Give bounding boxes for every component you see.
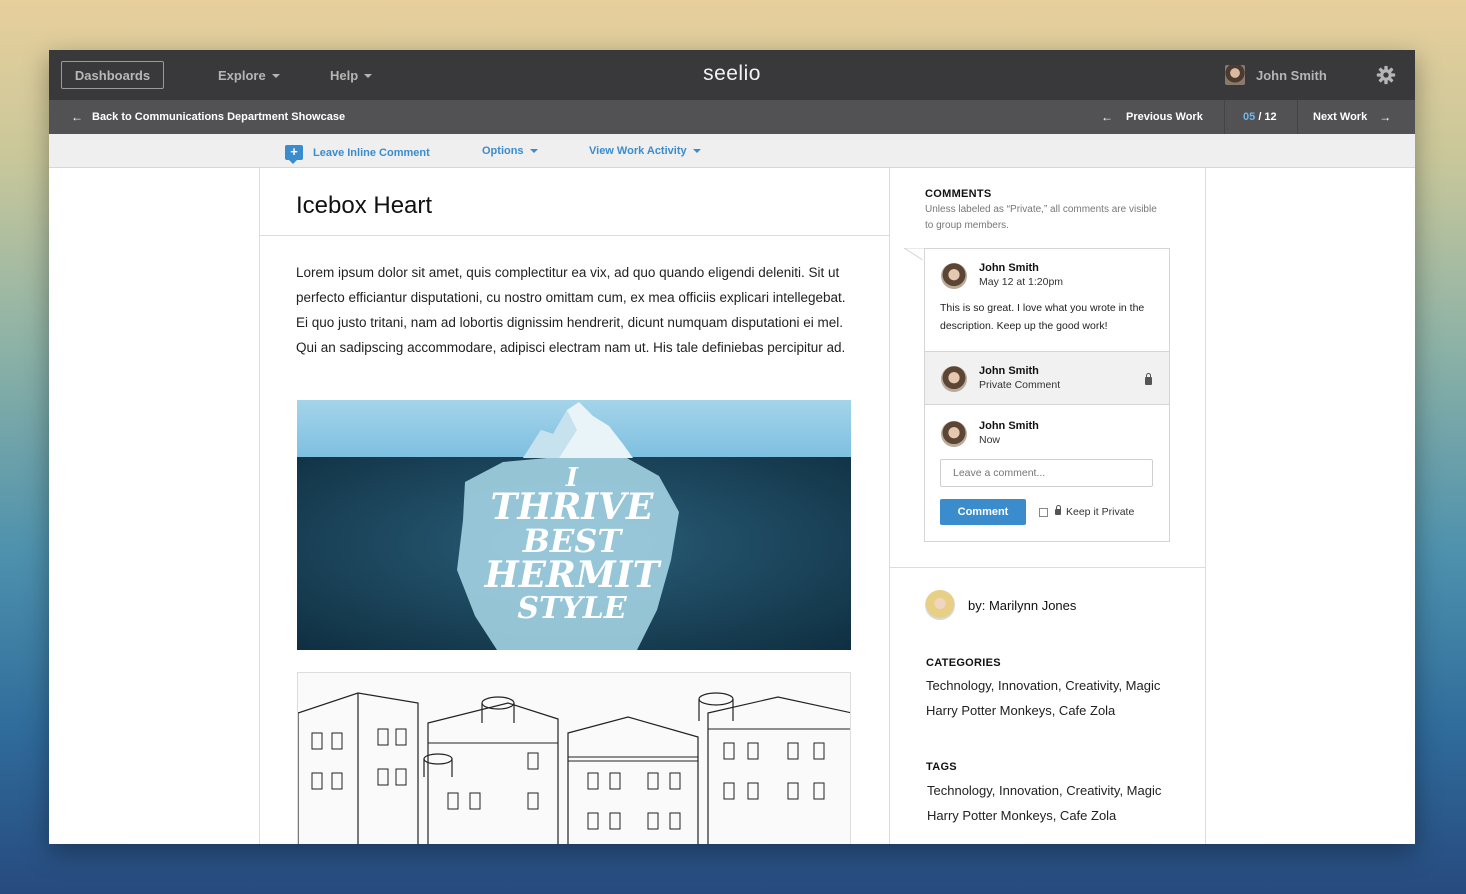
tags-heading: TAGS (926, 761, 957, 773)
tags-line: Harry Potter Monkeys, Cafe Zola (927, 808, 1117, 823)
comment-submit-button[interactable]: Comment (940, 499, 1026, 525)
current-user-name: John Smith (979, 420, 1039, 432)
activity-label: View Work Activity (589, 145, 687, 157)
options-dropdown[interactable]: Options (482, 145, 538, 157)
private-comment-item[interactable]: John Smith Private Comment (925, 352, 1169, 405)
next-work-button[interactable]: Next Work → (1313, 111, 1391, 123)
author-avatar (925, 590, 955, 620)
lock-icon (1145, 373, 1152, 385)
work-counter: 05 / 12 (1243, 111, 1277, 123)
content-area: Icebox Heart Lorem ipsum dolor sit amet,… (49, 168, 1415, 844)
counter-total: / 12 (1258, 111, 1277, 123)
categories-heading: CATEGORIES (926, 657, 1001, 669)
leave-inline-comment-button[interactable]: + Leave Inline Comment (285, 145, 430, 164)
comments-section: COMMENTS Unless labeled as “Private,” al… (890, 168, 1205, 568)
comment-item: John Smith May 12 at 1:20pm This is so g… (925, 249, 1169, 352)
counter-current: 05 (1243, 111, 1256, 123)
commenter-name: John Smith (979, 365, 1039, 377)
back-label: Back to Communications Department Showca… (92, 111, 346, 123)
work-main-column: Icebox Heart Lorem ipsum dolor sit amet,… (259, 168, 890, 844)
sidebar: COMMENTS Unless labeled as “Private,” al… (890, 168, 1206, 844)
artwork-line: HERMIT (484, 554, 660, 596)
chevron-down-icon (529, 149, 538, 153)
inline-comment-label: Leave Inline Comment (313, 146, 430, 159)
categories-line: Harry Potter Monkeys, Cafe Zola (926, 703, 1116, 718)
author-info[interactable]: by: Marilynn Jones (925, 590, 1076, 620)
categories-list: Technology, Innovation, Creativity, Magi… (926, 673, 1160, 723)
comments-note: Unless labeled as “Private,” all comment… (925, 204, 1157, 231)
add-comment-icon: + (285, 145, 303, 164)
user-avatar (1225, 65, 1245, 85)
comment-timestamp: May 12 at 1:20pm (979, 276, 1064, 288)
options-label: Options (482, 145, 524, 157)
lock-icon (1055, 505, 1061, 515)
comments-heading: COMMENTS (925, 188, 992, 200)
categories-line: Technology, Innovation, Creativity, Magi… (926, 678, 1161, 693)
seelio-logo[interactable]: seelio (49, 62, 1415, 86)
keep-private-option[interactable]: Keep it Private (1055, 505, 1135, 518)
previous-work-button[interactable]: ← Previous Work (1101, 111, 1203, 123)
work-title: Icebox Heart (296, 192, 433, 219)
tags-line: Technology, Innovation, Creativity, Magi… (927, 783, 1162, 798)
divider (1224, 100, 1225, 134)
comment-box-pointer (904, 248, 926, 262)
back-to-showcase-link[interactable]: ← Back to Communications Department Show… (71, 111, 345, 123)
title-section: Icebox Heart (260, 168, 889, 236)
artwork-line: THRIVE (490, 486, 654, 528)
arrow-right-icon: → (1379, 110, 1392, 124)
arrow-left-icon: ← (71, 110, 83, 124)
artwork-lettering: I THRIVE BEST HERMIT STYLE (457, 465, 687, 626)
arrow-left-icon: ← (1101, 110, 1113, 124)
commenter-name[interactable]: John Smith (979, 262, 1039, 274)
city-sketch-image[interactable] (297, 672, 851, 844)
author-name: by: Marilynn Jones (968, 597, 1077, 613)
commenter-avatar (941, 366, 967, 392)
action-bar: + Leave Inline Comment Options View Work… (49, 134, 1415, 168)
gear-icon[interactable] (1376, 65, 1396, 85)
private-comment-label: Private Comment (979, 379, 1061, 391)
comment-time-now: Now (979, 434, 1001, 446)
work-description: Lorem ipsum dolor sit amet, quis complec… (296, 265, 846, 355)
view-work-activity-dropdown[interactable]: View Work Activity (589, 145, 701, 157)
artwork-line: BEST (522, 522, 622, 560)
tags-list: Technology, Innovation, Creativity, Magi… (927, 778, 1161, 828)
user-name: John Smith (1256, 67, 1327, 83)
previous-label: Previous Work (1126, 111, 1203, 123)
keep-private-label: Keep it Private (1066, 506, 1135, 518)
chevron-down-icon (692, 149, 701, 153)
current-user-avatar (941, 421, 967, 447)
iceberg-artwork-image[interactable]: I THRIVE BEST HERMIT STYLE (297, 400, 851, 650)
keep-private-checkbox[interactable] (1039, 508, 1048, 517)
commenter-avatar[interactable] (941, 263, 967, 289)
artwork-line: STYLE (517, 591, 627, 626)
comment-thread: John Smith May 12 at 1:20pm This is so g… (924, 248, 1170, 542)
user-menu[interactable]: John Smith (1225, 65, 1327, 85)
comment-body: This is so great. I love what you wrote … (940, 302, 1145, 332)
next-label: Next Work (1313, 111, 1368, 123)
divider (1297, 100, 1298, 134)
comment-input[interactable] (940, 459, 1153, 487)
app-window: Dashboards Explore Help seelio John Smit… (49, 50, 1415, 844)
work-navigation-bar: ← Back to Communications Department Show… (49, 100, 1415, 134)
top-navbar: Dashboards Explore Help seelio John Smit… (49, 50, 1415, 100)
